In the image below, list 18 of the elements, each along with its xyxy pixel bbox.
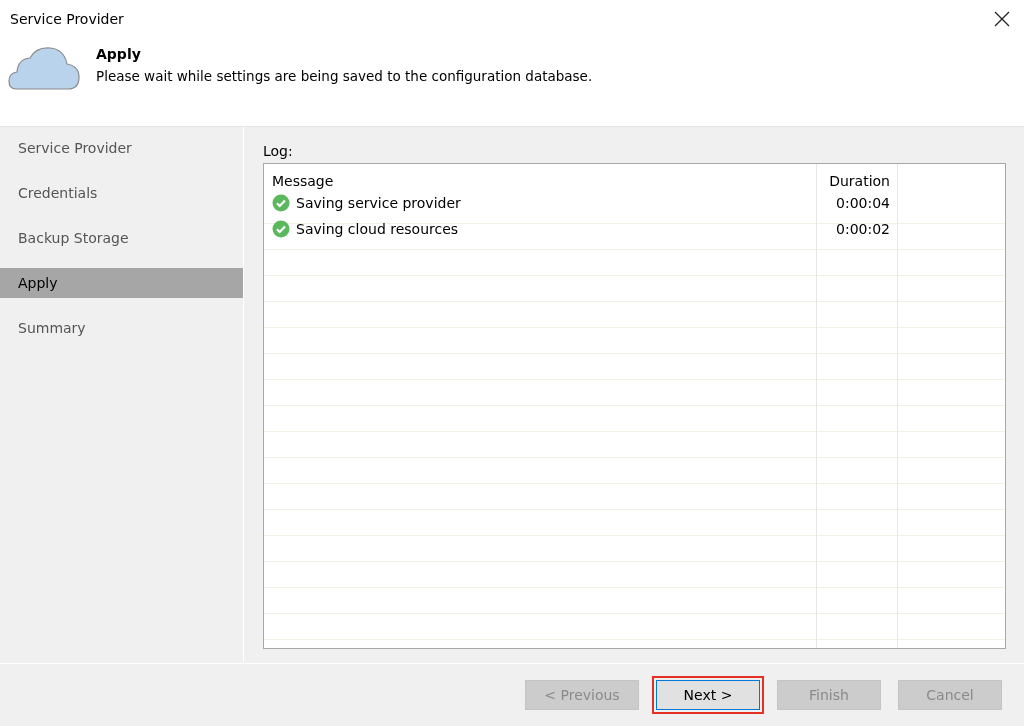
close-icon	[994, 11, 1010, 27]
window-title: Service Provider	[10, 11, 124, 27]
column-header: Message	[271, 172, 335, 191]
sidebar-step[interactable]: Credentials	[0, 178, 243, 208]
duration-cell-text: 0:00:04	[835, 194, 891, 213]
message-text: Saving service provider	[296, 195, 461, 211]
sidebar-step[interactable]: Apply	[0, 268, 243, 298]
log-label: Log:	[263, 143, 294, 159]
sidebar-step[interactable]: Service Provider	[0, 133, 243, 163]
step-title: Apply	[96, 46, 142, 62]
column-header: Duration	[828, 172, 891, 191]
wizard-button[interactable]: Next >	[656, 680, 760, 710]
duration-cell-text: 0:00:02	[835, 220, 891, 239]
sidebar-step[interactable]: Summary	[0, 313, 243, 343]
step-description: Please wait while settings are being saved to the configuration database.	[96, 68, 593, 84]
message-text: Saving cloud resources	[296, 221, 459, 237]
sidebar-step[interactable]: Backup Storage	[0, 223, 243, 253]
cloud-icon	[8, 46, 80, 90]
